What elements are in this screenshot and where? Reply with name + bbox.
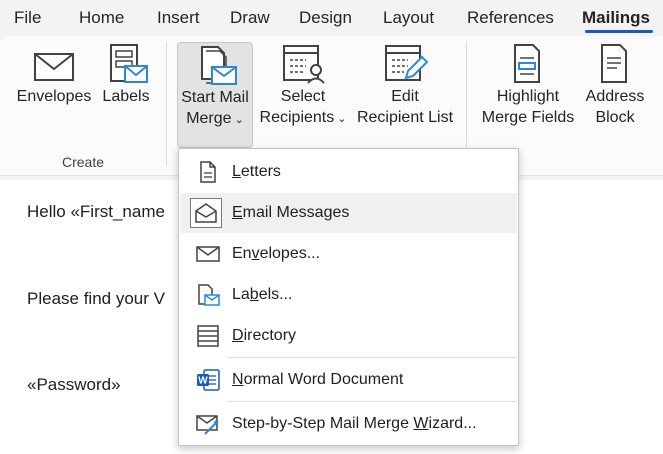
- tab-design[interactable]: Design: [299, 8, 352, 28]
- menu-text-post: mail Messages: [242, 204, 350, 221]
- address-block-icon: [601, 44, 627, 83]
- menu-accelerator-key: b: [249, 286, 259, 303]
- address-block-line1: Address: [585, 88, 645, 105]
- highlight-merge-fields-line1: Highlight: [496, 88, 560, 105]
- labels-icon: [110, 44, 148, 83]
- ribbon-tabs: File Home Insert Draw Design Layout Refe…: [0, 0, 663, 36]
- start-mail-merge-icon: [201, 46, 237, 85]
- highlight-merge-fields-line2: Merge Fields: [481, 109, 575, 126]
- select-recipients-button[interactable]: Select Recipients ⌄: [256, 42, 350, 130]
- labels-label: Labels: [102, 88, 150, 105]
- tab-layout[interactable]: Layout: [383, 8, 434, 28]
- start-mail-merge-line1: Start Mail: [181, 89, 249, 106]
- menu-separator: [227, 401, 517, 402]
- wizard-icon: [196, 415, 220, 435]
- tab-draw[interactable]: Draw: [230, 8, 270, 28]
- menu-text-pre: En: [232, 245, 252, 262]
- menu-item-email-messages[interactable]: Email Messages: [180, 193, 517, 233]
- start-mail-merge-line2: Merge: [186, 110, 232, 127]
- chevron-down-icon: ⌄: [234, 114, 244, 126]
- menu-accelerator-key: E: [232, 204, 243, 221]
- tab-mailings[interactable]: Mailings: [582, 8, 650, 28]
- letter-document-icon: [200, 161, 216, 183]
- highlight-merge-fields-button[interactable]: Highlight Merge Fields: [478, 42, 578, 128]
- svg-text:W: W: [198, 376, 208, 387]
- directory-icon: [197, 325, 219, 347]
- menu-accelerator-key: D: [232, 327, 244, 344]
- menu-text-pre: La: [232, 286, 250, 303]
- edit-recipient-list-line1: Edit: [391, 88, 419, 105]
- menu-item-directory[interactable]: Directory: [180, 316, 517, 356]
- menu-accelerator-key: L: [232, 163, 241, 180]
- menu-text-post: irectory: [243, 327, 297, 344]
- start-mail-merge-menu: Letters Email Messages Envelopes... Labe…: [178, 148, 519, 446]
- menu-item-mail-merge-wizard[interactable]: Step-by-Step Mail Merge Wizard...: [180, 404, 517, 444]
- labels-button[interactable]: Labels: [98, 42, 154, 107]
- label-icon: [198, 284, 220, 306]
- tab-references[interactable]: References: [467, 8, 554, 28]
- chevron-down-icon: ⌄: [337, 113, 347, 125]
- create-group-label: Create: [62, 154, 105, 170]
- select-recipients-line1: Select: [280, 88, 326, 105]
- select-recipients-icon: [283, 45, 325, 84]
- menu-item-labels[interactable]: Labels...: [180, 275, 517, 315]
- word-document-icon: W: [197, 369, 220, 391]
- menu-text-post: elopes...: [259, 245, 321, 262]
- tab-file[interactable]: File: [14, 8, 41, 28]
- menu-item-normal-word-document[interactable]: W Normal Word Document: [180, 360, 517, 400]
- group-divider: [166, 42, 167, 166]
- email-envelope-icon: [190, 198, 222, 228]
- menu-text-pre: Step-by-Step Mail Merge: [232, 415, 414, 432]
- document-line-password-field[interactable]: «Password»: [27, 375, 121, 395]
- address-block-line2: Block: [595, 109, 635, 126]
- menu-text-post: etters: [240, 163, 281, 180]
- select-recipients-line2: Recipients: [259, 109, 335, 126]
- envelope-icon: [34, 53, 74, 81]
- highlight-merge-fields-icon: [514, 44, 540, 83]
- menu-accelerator-key: v: [251, 245, 260, 262]
- menu-item-envelopes[interactable]: Envelopes...: [180, 234, 517, 274]
- menu-separator: [227, 357, 517, 358]
- menu-item-letters[interactable]: Letters: [180, 152, 517, 192]
- menu-text-post: els...: [258, 286, 293, 303]
- start-mail-merge-button[interactable]: Start Mail Merge ⌄: [177, 42, 253, 148]
- envelope-icon: [196, 246, 220, 262]
- active-tab-indicator: [585, 30, 653, 33]
- edit-recipient-list-button[interactable]: Edit Recipient List: [355, 42, 455, 128]
- menu-text-post: izard...: [428, 415, 477, 432]
- document-line-greeting[interactable]: Hello «First_name: [27, 202, 165, 222]
- edit-recipient-list-line2: Recipient List: [356, 109, 454, 126]
- tab-insert[interactable]: Insert: [157, 8, 200, 28]
- menu-accelerator-key: N: [232, 371, 244, 388]
- address-block-button[interactable]: Address Block: [582, 42, 648, 128]
- edit-recipient-list-icon: [385, 45, 428, 81]
- envelopes-button[interactable]: Envelopes: [12, 42, 96, 107]
- envelopes-label: Envelopes: [16, 88, 92, 105]
- menu-text-post: ormal Word Document: [243, 371, 404, 388]
- document-line-body[interactable]: Please find your V: [27, 289, 165, 309]
- menu-accelerator-key: W: [413, 415, 429, 432]
- tab-home[interactable]: Home: [79, 8, 124, 28]
